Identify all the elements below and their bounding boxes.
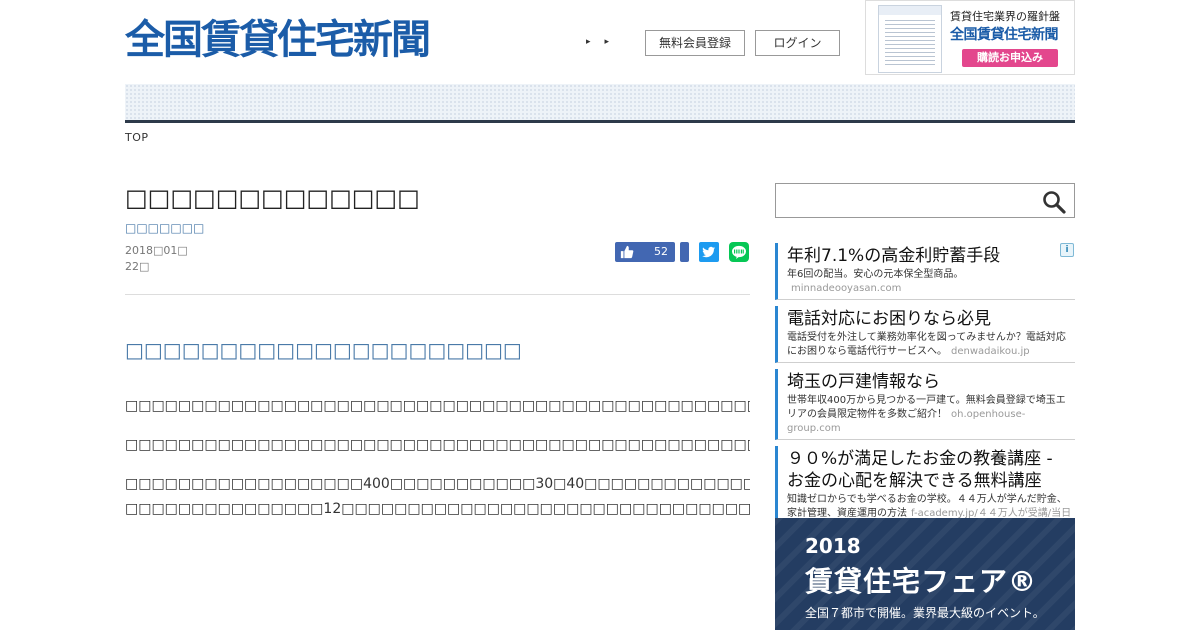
nav-band [125, 84, 1075, 120]
thumbs-up-icon [620, 245, 634, 259]
subscription-ad-tagline: 賃貸住宅業界の羅針盤 [950, 10, 1060, 23]
ad-headline[interactable]: ９０%が満足したお金の教養講座 - お金の心配を解決できる無料講座 [787, 448, 1075, 492]
ad-item[interactable]: 埼玉の戸建情報なら 世帯年収400万から見つかる一戸建て。無料会員登録で埼玉エリ… [775, 369, 1075, 440]
fair-name: 賃貸住宅フェア® [805, 565, 1038, 598]
ad-headline[interactable]: 年利7.1%の高金利貯蓄手段 [787, 245, 1075, 267]
search-icon[interactable] [1042, 190, 1066, 214]
like-count: 52 [654, 245, 668, 258]
fair-banner[interactable]: 2018 賃貸住宅フェア® 全国７都市で開催。業界最大級のイベント。 [775, 518, 1075, 630]
header-arrow-icon[interactable]: ▸ [586, 37, 591, 47]
subscribe-button[interactable]: 購読お申込み [962, 49, 1058, 67]
article-date-line: 2018□01□ [125, 244, 188, 257]
ad-item[interactable]: 電話対応にお困りなら必見 電話受付を外注して業務効率化を図ってみませんか？電話対… [775, 306, 1075, 363]
search-input[interactable] [782, 188, 1037, 213]
ad-url[interactable]: minnadeooyasan.com [791, 283, 901, 294]
twitter-share-button[interactable] [699, 242, 719, 262]
article-title: □□□□□□□□□□□□□ [125, 184, 420, 212]
line-chat-icon [732, 245, 746, 259]
facebook-share-button[interactable] [680, 242, 689, 262]
page: 全国賃貸住宅新聞 ▸ ▸ 無料会員登録 ログイン 賃貸住宅業界の羅針盤 全国賃貸住… [0, 0, 1200, 630]
login-button[interactable]: ログイン [755, 30, 840, 56]
article-category-link[interactable]: □□□□□□□ [125, 221, 204, 235]
article-paragraph: □□□□□□□□□□□□□□□□□□□□□□□□□□□□□□□□□□□□□□□□… [125, 398, 750, 414]
ad-headline[interactable]: 埼玉の戸建情報なら [787, 371, 1075, 393]
subscription-ad[interactable]: 賃貸住宅業界の羅針盤 全国賃貸住宅新聞 購読お申込み [865, 0, 1075, 75]
article-paragraph: □□□□□□□□□□□□□□□□□□□□□□□□□□□□□□□□□□□□□□□□… [125, 437, 750, 453]
ad-url[interactable]: denwadaikou.jp [951, 346, 1030, 357]
breadcrumb: TOP [125, 131, 149, 144]
article-paragraph: □□□□□□□□□□□□□□□□□□400□□□□□□□□□□□30□40□□□… [125, 476, 750, 492]
article-lead: □□□□□□□□□□□□□□□□□□□□□ [125, 338, 522, 362]
fair-year: 2018 [805, 534, 861, 558]
article-body: □□□□□□□□□□□□□□□□□□□□□□□□□□□□□□□□□□□□□□□□… [125, 394, 750, 630]
ad-item[interactable]: 年利7.1%の高金利貯蓄手段 年6回の配当。安心の元本保全型商品。minnade… [775, 243, 1075, 300]
nav-divider [125, 120, 1075, 123]
newspaper-thumbnail [878, 5, 942, 73]
register-button[interactable]: 無料会員登録 [645, 30, 745, 56]
article-date: 2018□01□ 22□ [125, 243, 195, 275]
subscription-ad-title: 全国賃貸住宅新聞 [950, 27, 1059, 43]
article-paragraph: □□□□□□□□□□□□□□□12□□□□□□□□□□□□□□□□□□□□□□□… [125, 501, 750, 517]
ad-description: 電話受付を外注して業務効率化を図ってみませんか？電話対応にお困りなら電話代行サー… [787, 332, 1066, 357]
article-date-line: 22□ [125, 260, 150, 273]
twitter-bird-icon [702, 246, 715, 258]
ad-list: i 年利7.1%の高金利貯蓄手段 年6回の配当。安心の元本保全型商品。minna… [775, 243, 1075, 545]
facebook-like-button[interactable]: 52 [615, 242, 675, 262]
ad-headline[interactable]: 電話対応にお困りなら必見 [787, 308, 1075, 330]
search-box [775, 183, 1075, 218]
header-arrow-icon[interactable]: ▸ [605, 37, 610, 47]
breadcrumb-top-link[interactable]: TOP [125, 131, 149, 144]
line-share-button[interactable] [729, 242, 749, 262]
header-nav-arrows: ▸ ▸ [586, 37, 623, 47]
fair-subtitle: 全国７都市で開催。業界最大級のイベント。 [805, 606, 1045, 620]
article-divider [125, 294, 750, 295]
ad-description: 年6回の配当。安心の元本保全型商品。minnadeooyasan.com [787, 269, 964, 294]
site-logo[interactable]: 全国賃貸住宅新聞 [125, 16, 431, 64]
ad-description: 世帯年収400万から見つかる一戸建て。無料会員登録で埼玉エリアの会員限定物件を多… [787, 395, 1066, 434]
